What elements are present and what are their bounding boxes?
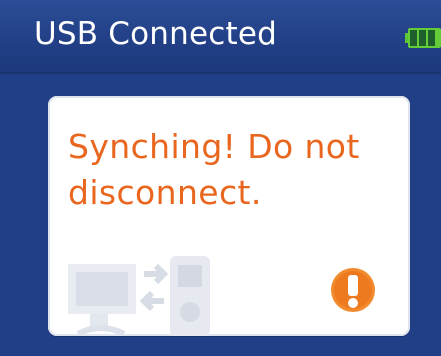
battery-full-icon xyxy=(405,28,441,48)
computer-to-player-sync-icon xyxy=(68,256,210,336)
sync-warning-dialog: Synching! Do not disconnect. xyxy=(48,96,410,336)
screen-title: USB Connected xyxy=(34,16,278,52)
status-header: USB Connected xyxy=(0,0,441,74)
exclamation-icon xyxy=(331,268,375,312)
usb-sync-screen: USB Connected Synching! Do not disconnec… xyxy=(0,0,441,356)
sync-warning-message: Synching! Do not disconnect. xyxy=(68,127,360,212)
